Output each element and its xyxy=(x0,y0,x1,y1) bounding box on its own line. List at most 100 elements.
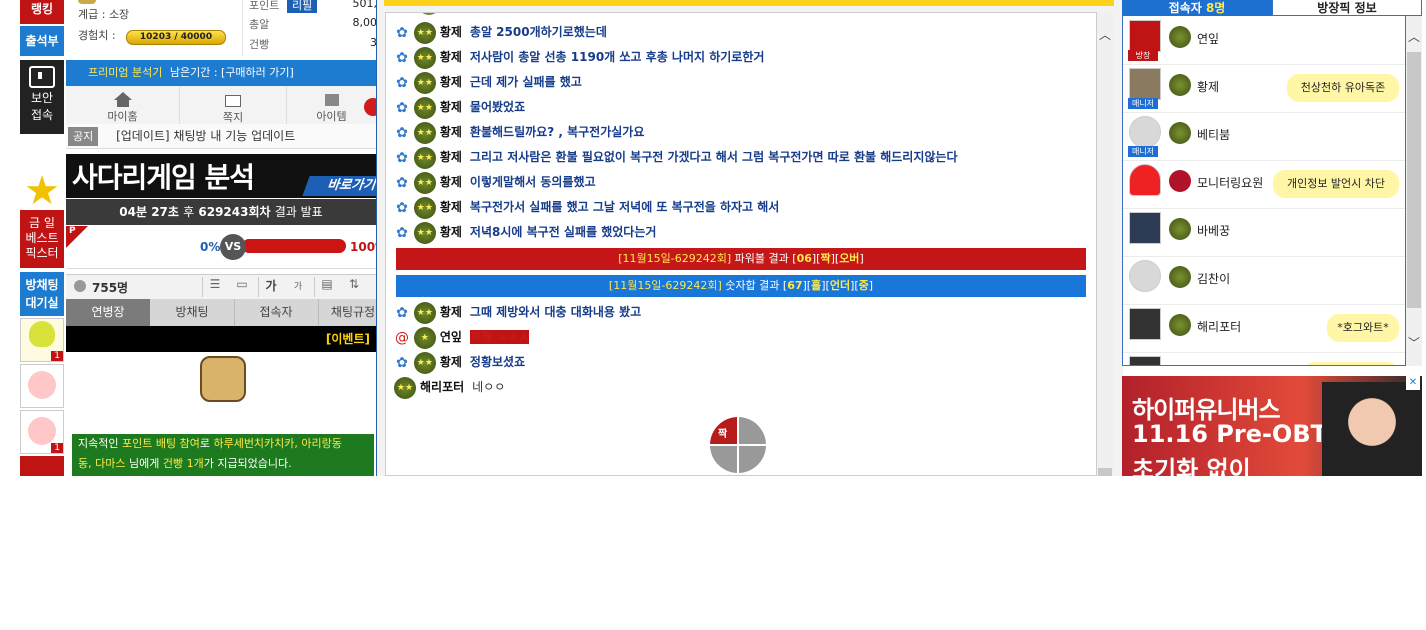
chat-nick[interactable]: 황제 xyxy=(440,125,462,139)
chat-nick[interactable]: 황제 xyxy=(440,150,462,164)
best-pick-label-3: 픽스터 xyxy=(25,246,59,260)
sticker-count: 1 xyxy=(51,443,63,453)
mail-icon xyxy=(225,95,241,107)
user-row[interactable]: 해리포터 *호그와트* xyxy=(1123,304,1405,353)
home-icon xyxy=(113,92,132,100)
chat-message: ✿ ★★ 황제 저녁8시에 복구전 실패를 했었다는거 xyxy=(394,221,656,244)
chat-text: 환불해드릴까요? , 복구전가실가요 xyxy=(469,125,645,139)
chat-nick[interactable]: 연잎 xyxy=(440,330,462,344)
chat-nick[interactable]: 황제 xyxy=(440,225,462,239)
chat-text: 그때 제방와서 대충 대화내용 봤고 xyxy=(469,305,642,319)
memo-icon[interactable]: ▤ xyxy=(314,277,339,297)
chevron-down-icon[interactable]: ﹀ xyxy=(1408,334,1420,351)
chevron-up-icon[interactable]: ︿ xyxy=(1408,28,1420,45)
refill-tag[interactable]: 리필 xyxy=(287,0,318,13)
user-row[interactable]: 김찬이 xyxy=(1123,256,1405,305)
tab-users[interactable]: 접속자 xyxy=(234,299,319,326)
message-button[interactable]: 쪽지 xyxy=(180,86,287,124)
premium-remain[interactable]: 남은기간 : [구매하러 가기] xyxy=(170,66,294,79)
myhome-button[interactable]: 마이홈 xyxy=(66,86,180,124)
sort-icon[interactable]: ⇅ xyxy=(342,277,366,297)
attendance-button[interactable]: 출석부 xyxy=(20,26,64,56)
chat-nick[interactable]: 황제 xyxy=(440,75,462,89)
sys-num: 67 xyxy=(787,279,803,292)
align-icon[interactable]: ☰ xyxy=(202,277,227,297)
peach-icon xyxy=(28,371,56,399)
user-row[interactable] xyxy=(1123,352,1405,365)
avatar xyxy=(1129,308,1161,340)
chat-nick[interactable]: 해리포터 xyxy=(420,380,464,394)
notice-text[interactable]: [업데이트] 채팅방 내 기능 업데이트 xyxy=(116,129,295,143)
chat-nick[interactable]: 황제 xyxy=(440,200,462,214)
user-name: 베티붐 xyxy=(1197,128,1231,142)
ad-character-image xyxy=(1322,382,1422,476)
rank-badge-icon: ★★ xyxy=(413,46,436,69)
premium-bar[interactable]: 프리미엄 분석기 남은기간 : [구매하러 가기] xyxy=(66,60,376,86)
room-chat-lobby-button[interactable]: 방채팅 대기실 xyxy=(20,272,64,316)
event-message: 지속적인 포인트 배팅 참여로 하루세번치카치카, 아리랑동 동, 다마스 님에게… xyxy=(72,434,374,476)
chat-nick[interactable]: 황제 xyxy=(440,50,462,64)
rank-badge-icon xyxy=(1169,74,1191,96)
close-icon[interactable]: ✕ xyxy=(1406,376,1420,390)
chat-nick[interactable]: 황제 xyxy=(440,355,462,369)
sparkle-icon: ✿ xyxy=(396,74,408,91)
ladder-analysis-banner[interactable]: 사다리게임 분석 바로가기 xyxy=(66,154,376,198)
font-size-small-icon[interactable]: 가 xyxy=(286,279,310,299)
number-sum-result-notice: [11월15일-629242회] 숫자합 결과 [67][홀][언더][중] xyxy=(396,275,1086,297)
user-row[interactable]: 매니저 황제 천상천하 유아독존 xyxy=(1123,64,1405,113)
chat-tabs: 연병장 방채팅 접속자 채팅규정 xyxy=(66,299,376,326)
security-label-1: 보안 xyxy=(30,91,54,105)
security-login-button[interactable]: 보안 접속 xyxy=(20,60,64,134)
best-picker-button[interactable]: 금 일 베스트 픽스터 xyxy=(20,210,64,268)
tab-parade-ground[interactable]: 연병장 xyxy=(66,299,150,326)
tab-connected-users[interactable]: 접속자 8명 xyxy=(1122,0,1272,16)
font-size-large-icon[interactable]: 가 xyxy=(258,277,283,297)
room-chat-label-2: 대기실 xyxy=(25,296,59,310)
user-list-scrollbar[interactable]: ︿ ﹀ xyxy=(1406,16,1422,366)
user-row[interactable]: 방장 연잎 xyxy=(1123,16,1405,65)
powerball-result-notice: [11월15일-629242회] 파워볼 결과 [06][짝][오버] xyxy=(396,248,1086,270)
chat-nick[interactable]: 황제 xyxy=(440,25,462,39)
event-bar: [이벤트] xyxy=(66,326,376,352)
message-label: 쪽지 xyxy=(222,111,244,124)
sparkle-icon: ✿ xyxy=(396,24,408,41)
item-button[interactable]: 아이템 xyxy=(287,86,382,124)
right-panel-tabs: 접속자 8명 방장픽 정보 xyxy=(1122,0,1422,16)
user-row[interactable]: 매니저 베티붐 xyxy=(1123,112,1405,161)
chat-message: @ ★ 연잎 파짝 ㅅㅅㅅ xyxy=(394,326,530,349)
ad-banner[interactable]: 하이퍼유니버스 11.16 Pre-OBT 초기화 없이 ✕ xyxy=(1122,376,1422,476)
chat-nick[interactable]: 황제 xyxy=(440,100,462,114)
scroll-thumb[interactable] xyxy=(1407,52,1421,308)
sys-result: 언더 xyxy=(829,279,851,292)
chevron-up-icon[interactable]: ︿ xyxy=(1099,26,1111,43)
user-row[interactable]: 모니터링요원 개인정보 발언시 차단 xyxy=(1123,160,1405,209)
nav-red-block[interactable] xyxy=(20,456,64,476)
sticker-peach-2[interactable]: 1 xyxy=(20,410,64,454)
rank-icon xyxy=(78,0,96,4)
rank-badge-icon: ★★ xyxy=(413,196,436,219)
scroll-thumb[interactable] xyxy=(1098,468,1112,476)
user-row[interactable]: 바베꿍 xyxy=(1123,208,1405,257)
peach-icon xyxy=(28,417,56,445)
sticker-peach[interactable] xyxy=(20,364,64,408)
chat-text: 파짝 ㅅㅅㅅ xyxy=(469,330,530,344)
rank-badge-icon xyxy=(1169,122,1191,144)
tab-room-chat[interactable]: 방채팅 xyxy=(150,299,235,326)
sticker-poop[interactable]: 1 xyxy=(20,318,64,362)
tab-owner-pick-info[interactable]: 방장픽 정보 xyxy=(1272,0,1422,16)
banner-go-link[interactable]: 바로가기 xyxy=(302,176,376,196)
chat-log[interactable]: ✿ ★★ 황제 총알 2500개하기로했는데 ✿ ★★ 황제 저사람이 총알 선총 11… xyxy=(385,12,1097,476)
avatar xyxy=(1129,68,1161,100)
home-icon-body xyxy=(116,100,129,107)
chat-nick[interactable]: 황제 xyxy=(440,175,462,189)
ranking-button[interactable]: 랭킹 xyxy=(20,0,64,24)
notice-bar[interactable]: 공지 [업데이트] 채팅방 내 기능 업데이트 xyxy=(66,124,376,149)
rank-badge-icon: ★★ xyxy=(413,171,436,194)
currency-table: 포인트 리필 501, 총알 8,00 건빵 3 xyxy=(242,0,377,56)
bullet-value: 8,00 xyxy=(352,16,378,29)
window-icon[interactable]: ▭ xyxy=(230,277,254,297)
chat-nick[interactable]: 황제 xyxy=(440,305,462,319)
event-tag[interactable]: [이벤트] xyxy=(326,332,370,346)
chat-scrollbar[interactable]: ︿ xyxy=(1097,12,1113,476)
vs-track xyxy=(242,239,346,253)
